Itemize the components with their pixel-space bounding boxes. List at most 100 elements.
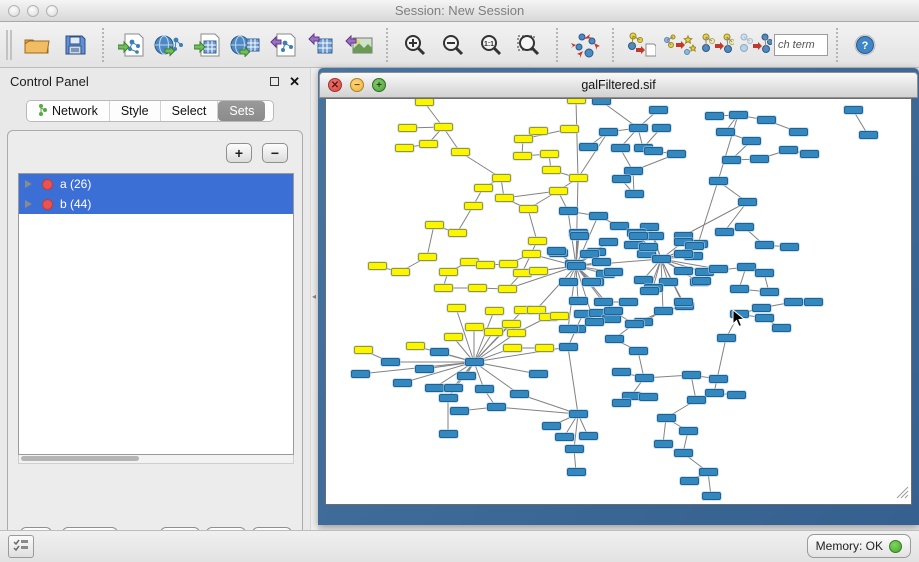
graph-node[interactable] [406, 342, 425, 350]
close-window-button[interactable] [8, 5, 20, 17]
new-network-selected-all-edges-button[interactable] [700, 27, 734, 63]
graph-node[interactable] [457, 372, 476, 380]
save-session-button[interactable] [58, 27, 92, 63]
zoom-in-button[interactable] [398, 27, 432, 63]
graph-node[interactable] [594, 298, 613, 306]
graph-node[interactable] [605, 335, 624, 343]
graph-node[interactable] [692, 277, 711, 285]
remove-set-button[interactable]: − [262, 143, 288, 163]
graph-node[interactable] [705, 112, 724, 120]
graph-node[interactable] [755, 269, 774, 277]
graph-node[interactable] [772, 324, 791, 332]
graph-node[interactable] [465, 358, 484, 366]
graph-node[interactable] [464, 202, 483, 210]
graph-node[interactable] [487, 403, 506, 411]
graph-node[interactable] [567, 98, 586, 104]
graph-node[interactable] [784, 298, 803, 306]
graph-node[interactable] [425, 221, 444, 229]
graph-node[interactable] [585, 318, 604, 326]
graph-node[interactable] [484, 328, 503, 336]
maximize-view-button[interactable]: + [372, 78, 386, 92]
apply-layout-button[interactable] [568, 27, 602, 63]
graph-node[interactable] [514, 135, 533, 143]
graph-node[interactable] [555, 433, 574, 441]
graph-node[interactable] [542, 422, 561, 430]
graph-node[interactable] [476, 261, 495, 269]
graph-node[interactable] [569, 297, 588, 305]
graph-node[interactable] [569, 174, 588, 182]
graph-node[interactable] [351, 370, 370, 378]
graph-node[interactable] [679, 427, 698, 435]
close-panel-icon[interactable]: ✕ [289, 77, 300, 86]
graph-node[interactable] [474, 184, 493, 192]
graph-node[interactable] [535, 344, 554, 352]
float-panel-icon[interactable] [270, 77, 279, 86]
open-session-button[interactable] [20, 27, 54, 63]
graph-node[interactable] [599, 128, 618, 136]
graph-node[interactable] [667, 150, 686, 158]
graph-node[interactable] [567, 468, 586, 476]
graph-node[interactable] [415, 98, 434, 106]
graph-node[interactable] [730, 310, 749, 318]
zoom-out-button[interactable] [436, 27, 470, 63]
graph-node[interactable] [634, 276, 653, 284]
help-button[interactable]: ? [848, 27, 882, 63]
graph-node[interactable] [639, 243, 658, 251]
graph-node[interactable] [625, 190, 644, 198]
graph-node[interactable] [742, 137, 761, 145]
export-image-button[interactable] [342, 27, 376, 63]
graph-node[interactable] [652, 255, 671, 263]
graph-node[interactable] [559, 343, 578, 351]
graph-node[interactable] [654, 440, 673, 448]
add-set-button[interactable]: + [226, 143, 252, 163]
graph-node[interactable] [391, 268, 410, 276]
graph-node[interactable] [716, 128, 735, 136]
graph-node[interactable] [434, 123, 453, 131]
graph-node[interactable] [789, 128, 808, 136]
graph-node[interactable] [717, 334, 736, 342]
tab-sets[interactable]: Sets [218, 101, 265, 121]
graph-node[interactable] [419, 140, 438, 148]
graph-node[interactable] [755, 314, 774, 322]
graph-node[interactable] [780, 243, 799, 251]
graph-node[interactable] [722, 156, 741, 164]
graph-node[interactable] [529, 127, 548, 135]
graph-node[interactable] [612, 175, 631, 183]
import-table-file-button[interactable] [190, 27, 224, 63]
graph-node[interactable] [757, 116, 776, 124]
graph-node[interactable] [737, 263, 756, 271]
graph-node[interactable] [729, 111, 748, 119]
list-item-set-b[interactable]: b (44) [19, 194, 293, 214]
network-canvas[interactable] [325, 98, 912, 505]
graph-node[interactable] [510, 390, 529, 398]
graph-node[interactable] [450, 407, 469, 415]
collapse-arrow-icon[interactable]: ◂ [312, 292, 316, 301]
new-network-selected-edges-button[interactable] [738, 27, 772, 63]
import-network-url-button[interactable] [152, 27, 186, 63]
graph-node[interactable] [498, 285, 517, 293]
graph-node[interactable] [674, 250, 693, 258]
graph-node[interactable] [395, 144, 414, 152]
graph-node[interactable] [612, 368, 631, 376]
minimize-window-button[interactable] [27, 5, 39, 17]
graph-node[interactable] [592, 98, 611, 105]
graph-node[interactable] [804, 298, 823, 306]
graph-node[interactable] [800, 150, 819, 158]
graph-node[interactable] [529, 267, 548, 275]
graph-node[interactable] [529, 370, 548, 378]
close-view-button[interactable]: ✕ [328, 78, 342, 92]
graph-node[interactable] [629, 124, 648, 132]
graph-node[interactable] [465, 323, 484, 331]
graph-node[interactable] [674, 298, 693, 306]
graph-node[interactable] [393, 379, 412, 387]
graph-node[interactable] [699, 468, 718, 476]
graph-node[interactable] [589, 212, 608, 220]
graph-node[interactable] [750, 155, 769, 163]
graph-node[interactable] [444, 333, 463, 341]
graph-node[interactable] [354, 346, 373, 354]
maximize-window-button[interactable] [46, 5, 58, 17]
graph-node[interactable] [859, 131, 878, 139]
graph-node[interactable] [522, 250, 541, 258]
graph-node[interactable] [567, 262, 586, 270]
graph-node[interactable] [430, 348, 449, 356]
